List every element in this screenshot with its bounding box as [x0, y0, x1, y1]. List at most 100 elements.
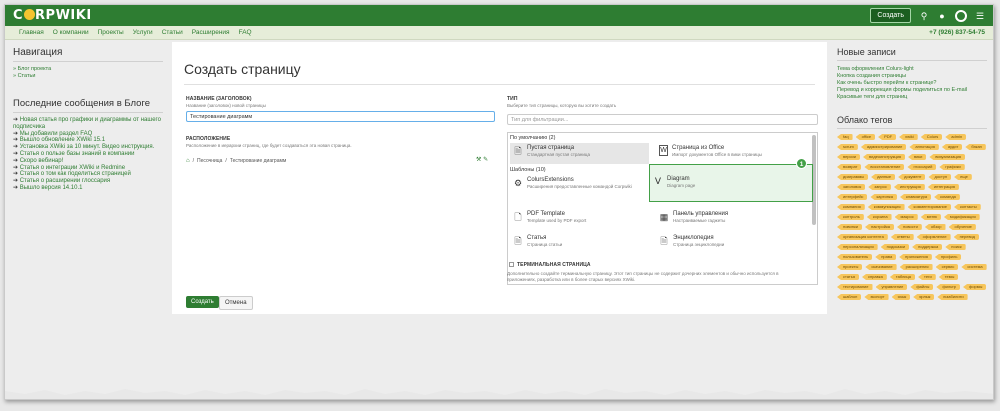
tag[interactable]: компания: [837, 204, 865, 210]
tag[interactable]: пользователь: [837, 254, 873, 260]
tag[interactable]: запрос: [868, 184, 891, 190]
terminal-checkbox[interactable]: [509, 262, 514, 267]
tag[interactable]: персонализация: [837, 244, 878, 250]
tag[interactable]: комментирование: [907, 204, 951, 210]
nav-link-blog[interactable]: » Блог проекта: [13, 66, 163, 73]
tag[interactable]: обзор: [924, 224, 946, 230]
type-filter-input[interactable]: Тип для фильтрации...: [507, 114, 818, 125]
tag[interactable]: приложения: [899, 254, 932, 260]
tag[interactable]: юзабилити: [937, 294, 968, 300]
tag[interactable]: модификация: [943, 214, 980, 220]
tag[interactable]: перевод: [953, 234, 980, 240]
tag[interactable]: доступ: [928, 174, 952, 180]
recent-link[interactable]: Перевод и коррекция формы поделиться по …: [837, 87, 987, 94]
type-pdf-template[interactable]: 🗋 PDF Template Template used by PDF expor…: [510, 209, 649, 230]
recent-link[interactable]: Кнопка создания страницы: [837, 73, 987, 80]
tag[interactable]: проекты: [837, 264, 863, 270]
home-icon[interactable]: ⌂: [186, 158, 190, 164]
tag[interactable]: аудит: [941, 144, 963, 150]
tag[interactable]: аннотация: [909, 144, 939, 150]
tag[interactable]: обучение: [948, 224, 976, 230]
tag[interactable]: контроль: [837, 214, 864, 220]
type-dashboard[interactable]: ▦ Панель управления Настраиваемые гаджеты: [656, 209, 795, 230]
recent-link[interactable]: Тема оформления Colurs-light: [837, 66, 987, 73]
tag[interactable]: еще: [954, 174, 972, 180]
type-article[interactable]: 🗎 Статья Страница статьи: [510, 233, 649, 254]
tag[interactable]: поддержка: [912, 244, 943, 250]
type-empty-page[interactable]: 🗎 Пустая страница Стандартная пустая стра…: [510, 143, 649, 164]
tag[interactable]: диаграммы: [837, 174, 869, 180]
blog-post-link[interactable]: ➔ Вышло обновление XWiki 15.1: [13, 137, 163, 144]
tag[interactable]: Colurs: [920, 134, 943, 140]
tag[interactable]: оформление: [916, 234, 951, 240]
recent-link[interactable]: Как очень быстро перейти к странице?: [837, 80, 987, 87]
recent-link[interactable]: Красивые теги для страниц: [837, 94, 987, 101]
tag[interactable]: вики: [908, 154, 927, 160]
tag[interactable]: меню: [920, 214, 941, 220]
blog-post-link[interactable]: ➔ Новая статья про графики и диаграммы о…: [13, 117, 163, 131]
tag[interactable]: язык: [891, 294, 911, 300]
title-input[interactable]: Тестирование диаграмм: [186, 111, 495, 122]
tag[interactable]: ярлык: [913, 294, 935, 300]
nav-item-extensions[interactable]: Расширения: [192, 29, 230, 36]
nav-link-articles[interactable]: » Статьи: [13, 73, 163, 80]
tag[interactable]: картинка: [870, 194, 897, 200]
tag[interactable]: команда: [934, 194, 960, 200]
tag[interactable]: заголовок: [837, 184, 866, 190]
type-diagram[interactable]: ᐯ Diagram Diagram page: [649, 164, 813, 202]
blog-post-link[interactable]: ➔ Статья о расширении глоссария: [13, 178, 163, 185]
tag[interactable]: глоссарий: [907, 164, 937, 170]
blog-post-link[interactable]: ➔ Вышло версия 14.10.1: [13, 185, 163, 192]
tag[interactable]: таблица: [889, 274, 916, 280]
nav-item-articles[interactable]: Статьи: [162, 29, 183, 36]
tag[interactable]: управление: [875, 284, 908, 290]
tag[interactable]: макрос: [894, 214, 918, 220]
tag[interactable]: права: [875, 254, 897, 260]
blog-post-link[interactable]: ➔ Скоро вебинар!: [13, 158, 163, 165]
tag[interactable]: PDF: [878, 134, 897, 140]
tag[interactable]: справка: [862, 274, 887, 280]
tag[interactable]: настройка: [865, 224, 895, 230]
blog-post-link[interactable]: ➔ Статья о том как поделиться страницей: [13, 171, 163, 178]
avatar[interactable]: [955, 9, 967, 22]
type-encyclopedia[interactable]: 🗎 Энциклопедия Страница энциклопедии: [656, 233, 795, 254]
tag[interactable]: поиск: [945, 244, 966, 250]
tag[interactable]: xwiki: [899, 134, 918, 140]
nav-item-home[interactable]: Главная: [19, 29, 44, 36]
tag[interactable]: версии: [837, 154, 860, 160]
tag[interactable]: интеграция: [927, 184, 959, 190]
tag[interactable]: новости: [897, 224, 922, 230]
tag[interactable]: расширения: [899, 264, 933, 270]
tag[interactable]: темы: [938, 274, 959, 280]
tag[interactable]: адмиистрирование: [860, 144, 907, 150]
tag[interactable]: формы: [963, 284, 987, 290]
tag[interactable]: клавиатура: [899, 194, 932, 200]
tag[interactable]: графики: [939, 164, 965, 170]
nav-item-faq[interactable]: FAQ: [239, 29, 252, 36]
tag[interactable]: тестирование: [837, 284, 873, 290]
tag[interactable]: организация контента: [837, 234, 888, 240]
blog-post-link[interactable]: ➔ Мы добавили раздел FAQ: [13, 131, 163, 138]
tag[interactable]: файлы: [910, 284, 934, 290]
tag[interactable]: профиль: [934, 254, 962, 260]
edit-pencil-icon[interactable]: ✎: [483, 157, 488, 163]
tree-icon[interactable]: ⚒: [476, 157, 481, 163]
tag[interactable]: восстановление: [864, 164, 905, 170]
tag[interactable]: интерфейс: [837, 194, 868, 200]
blog-post-link[interactable]: ➔ Установка XWiki за 10 минут. Видео инс…: [13, 144, 163, 151]
tag[interactable]: документ: [898, 174, 926, 180]
tag[interactable]: система: [961, 264, 987, 270]
menu-icon[interactable]: ☰: [975, 11, 985, 21]
create-button[interactable]: Создать: [186, 296, 219, 308]
corpwiki-logo[interactable]: C RPWIKI: [13, 8, 92, 23]
tag[interactable]: скачивание: [865, 264, 897, 270]
cancel-button[interactable]: Отмена: [219, 296, 253, 310]
tag[interactable]: статья: [837, 274, 860, 280]
tag[interactable]: шаблон: [837, 294, 862, 300]
tag[interactable]: теги: [918, 274, 936, 280]
tag[interactable]: фильтр: [936, 284, 961, 290]
tag[interactable]: office: [855, 134, 876, 140]
tag[interactable]: новинки: [837, 224, 862, 230]
type-colursextensions[interactable]: ⚙ ColursExtensions Расширения предоставле…: [510, 175, 649, 205]
blog-post-link[interactable]: ➔ Статья о пользе базы знаний в компании: [13, 151, 163, 158]
